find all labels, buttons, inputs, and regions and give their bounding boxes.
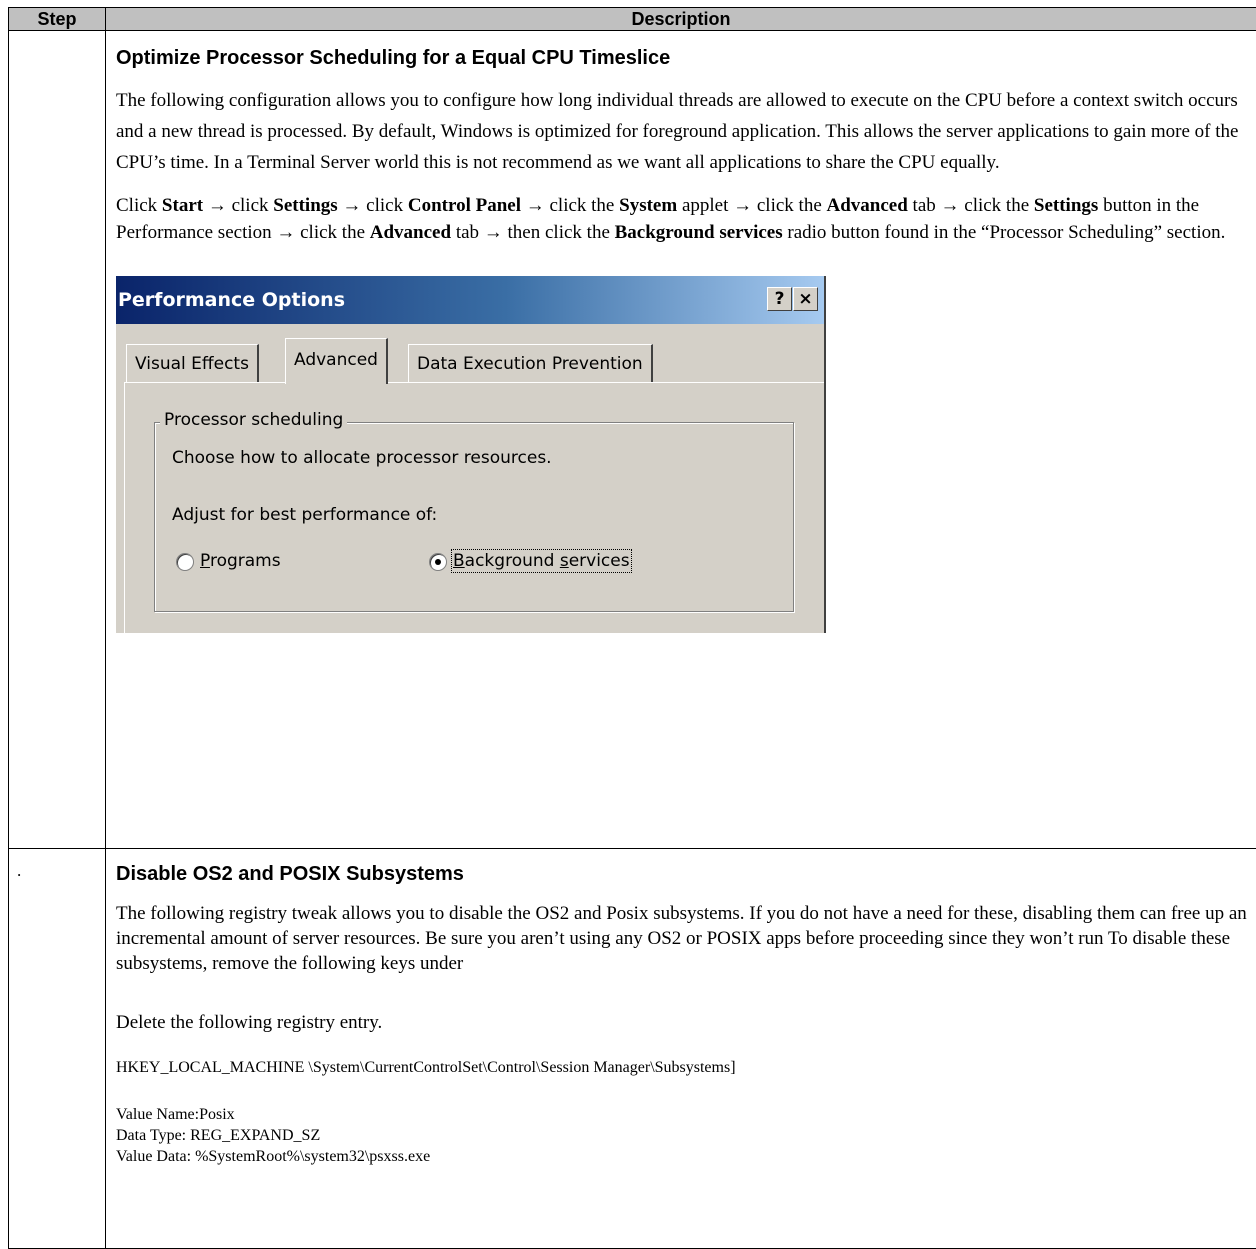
- radio-selected-dot: [435, 559, 441, 565]
- registry-key: HKEY_LOCAL_MACHINE \System\CurrentContro…: [116, 1057, 1256, 1078]
- step-cell: [9, 31, 106, 849]
- tab-advanced[interactable]: Advanced: [285, 338, 388, 384]
- dialog-title: Performance Options: [118, 289, 345, 311]
- help-button[interactable]: ?: [767, 287, 792, 311]
- data-type: Data Type: REG_EXPAND_SZ: [116, 1125, 1256, 1146]
- section-title: Optimize Processor Scheduling for a Equa…: [116, 45, 1256, 71]
- step-number: [9, 31, 105, 63]
- close-button[interactable]: ×: [793, 287, 818, 311]
- header-description: Description: [106, 8, 1256, 31]
- section-paragraph: The following configuration allows you t…: [116, 85, 1256, 178]
- step-number: .: [9, 849, 105, 881]
- tab-data-execution-prevention[interactable]: Data Execution Prevention: [408, 344, 653, 382]
- table-row: Optimize Processor Scheduling for a Equa…: [9, 31, 1256, 849]
- instruction-paragraph: Delete the following registry entry.: [116, 1010, 1256, 1035]
- value-name: Value Name:Posix: [116, 1104, 1256, 1125]
- dialog-title-bar: Performance Options ? ×: [116, 276, 824, 324]
- background-services-radio[interactable]: [429, 553, 447, 571]
- programs-radio-label[interactable]: Programs: [200, 551, 281, 571]
- description-cell: Optimize Processor Scheduling for a Equa…: [106, 31, 1256, 849]
- instruction-paragraph: Click Start → click Settings → click Con…: [116, 192, 1256, 246]
- table-row: . Disable OS2 and POSIX Subsystems The f…: [9, 849, 1256, 1249]
- table-header-row: Step Description: [9, 8, 1256, 31]
- description-cell: Disable OS2 and POSIX Subsystems The fol…: [106, 849, 1256, 1249]
- background-services-radio-label[interactable]: Background services: [453, 551, 630, 571]
- header-step: Step: [9, 8, 106, 31]
- document-table: Step Description Optimize Processor Sche…: [8, 7, 1256, 1249]
- group-title: Processor scheduling: [160, 410, 347, 430]
- section-title: Disable OS2 and POSIX Subsystems: [116, 861, 1256, 887]
- value-data: Value Data: %SystemRoot%\system32\psxss.…: [116, 1146, 1256, 1167]
- step-cell: .: [9, 849, 106, 1249]
- section-paragraph: The following registry tweak allows you …: [116, 901, 1256, 976]
- adjust-label: Adjust for best performance of:: [172, 505, 437, 525]
- tab-visual-effects[interactable]: Visual Effects: [126, 344, 259, 382]
- group-description: Choose how to allocate processor resourc…: [172, 448, 552, 468]
- performance-options-dialog: Performance Options ? × Visual Effects A…: [116, 276, 826, 633]
- programs-radio[interactable]: [176, 553, 194, 571]
